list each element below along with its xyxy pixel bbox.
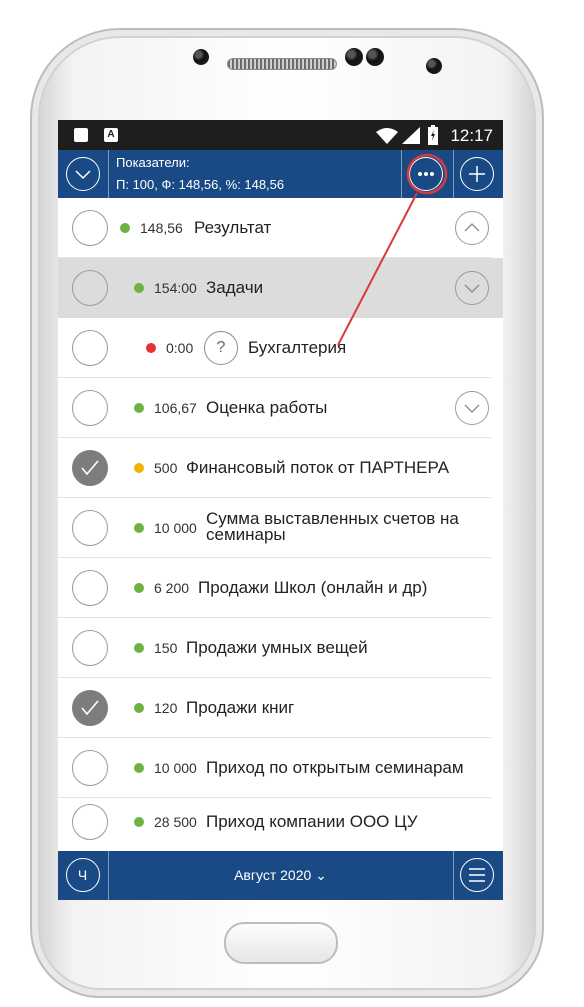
list-item[interactable]: 500 Финансовый поток от ПАРТНЕРА [58, 438, 503, 498]
checkbox[interactable] [72, 270, 108, 306]
clock: 12:17 [450, 126, 493, 145]
checkbox[interactable] [72, 570, 108, 606]
front-sensor [193, 49, 209, 65]
screen: A 12:17 Показатели: П: 100, Ф: 148,56, %… [58, 120, 503, 900]
earpiece-speaker [227, 58, 337, 70]
list-item[interactable]: 10 000 Сумма выставленных счетов на семи… [58, 498, 503, 558]
checkbox[interactable] [72, 750, 108, 786]
list-item[interactable]: 6 200 Продажи Школ (онлайн и др) [58, 558, 503, 618]
wifi-icon [376, 128, 398, 144]
header-divider [108, 150, 109, 198]
checkbox[interactable] [72, 210, 108, 246]
plus-icon[interactable] [460, 157, 494, 191]
status-dot [120, 223, 130, 233]
status-dot [134, 403, 144, 413]
item-value: 148,56 [140, 220, 183, 236]
menu-icon[interactable] [460, 858, 494, 892]
status-dot [134, 463, 144, 473]
more-icon[interactable] [409, 157, 443, 191]
list-item[interactable]: 10 000 Приход по открытым семинарам [58, 738, 503, 798]
item-label: Приход по открытым семинарам [206, 758, 464, 777]
checkbox[interactable] [72, 804, 108, 840]
item-value: 6 200 [154, 580, 190, 596]
signal-icon [402, 127, 420, 144]
list-item[interactable]: 28 500 Приход компании ООО ЦУ [58, 792, 503, 852]
footer-divider [453, 851, 454, 900]
chevron-down-icon[interactable] [455, 271, 489, 305]
chevron-down-icon[interactable] [455, 391, 489, 425]
item-label: Результат [194, 218, 272, 237]
list-item[interactable]: 150 Продажи умных вещей [58, 618, 503, 678]
help-icon[interactable]: ? [204, 331, 238, 365]
checkbox[interactable] [72, 330, 108, 366]
list-item[interactable]: 148,56 Результат [58, 198, 503, 258]
front-camera [426, 58, 442, 74]
checkbox[interactable] [72, 630, 108, 666]
status-dot [134, 583, 144, 593]
header-divider [401, 150, 402, 198]
item-label: Продажи Школ (онлайн и др) [198, 578, 428, 597]
item-value: 28 500 [154, 814, 197, 830]
item-label: Бухгалтерия [248, 338, 347, 357]
item-value: 10 000 [154, 520, 197, 536]
item-label: Оценка работы [206, 398, 328, 417]
item-value: 10 000 [154, 760, 197, 776]
item-label: Продажи умных вещей [186, 638, 368, 657]
sensor-left [345, 48, 363, 66]
status-dot [134, 763, 144, 773]
list-item[interactable]: 106,67 Оценка работы [58, 378, 503, 438]
item-value: 120 [154, 700, 178, 716]
checkbox[interactable] [72, 390, 108, 426]
status-bar: A 12:17 [58, 120, 503, 150]
chevron-down-icon[interactable] [66, 157, 100, 191]
status-dot [134, 703, 144, 713]
item-label: Задачи [206, 278, 264, 297]
header-title: Показатели: [116, 155, 190, 170]
battery-icon [428, 125, 438, 145]
status-dot [134, 283, 144, 293]
list-item[interactable]: 120 Продажи книг [58, 678, 503, 738]
list-item[interactable]: 154:00 Задачи [58, 258, 503, 318]
item-label: Продажи книг [186, 698, 295, 717]
sensor-right [366, 48, 384, 66]
checkbox[interactable] [72, 510, 108, 546]
item-value: 154:00 [154, 280, 197, 296]
item-value: 0:00 [166, 340, 194, 356]
app-header: Показатели: П: 100, Ф: 148,56, %: 148,56 [58, 150, 503, 198]
home-button[interactable] [224, 922, 338, 964]
status-dot [134, 523, 144, 533]
item-value: 500 [154, 460, 178, 476]
list-item[interactable]: 0:00 ? Бухгалтерия [58, 318, 503, 378]
image-icon [74, 128, 88, 142]
checkbox-checked[interactable] [72, 450, 108, 486]
item-label: Сумма выставленных счетов на семинары [206, 509, 459, 544]
a-icon: A [104, 128, 118, 142]
checkbox-checked[interactable] [72, 690, 108, 726]
item-value: 150 [154, 640, 178, 656]
status-dot [146, 343, 156, 353]
item-label: Финансовый поток от ПАРТНЕРА [186, 458, 450, 477]
status-dot [134, 643, 144, 653]
item-label: Приход компании ООО ЦУ [206, 812, 418, 831]
status-dot [134, 817, 144, 827]
bottom-bar: Ч Август 2020 ⌄ [58, 851, 503, 900]
item-value: 106,67 [154, 400, 197, 416]
month-selector[interactable]: Август 2020 ⌄ [58, 867, 503, 884]
chevron-up-icon[interactable] [455, 211, 489, 245]
header-summary: П: 100, Ф: 148,56, %: 148,56 [116, 177, 285, 192]
header-divider [453, 150, 454, 198]
